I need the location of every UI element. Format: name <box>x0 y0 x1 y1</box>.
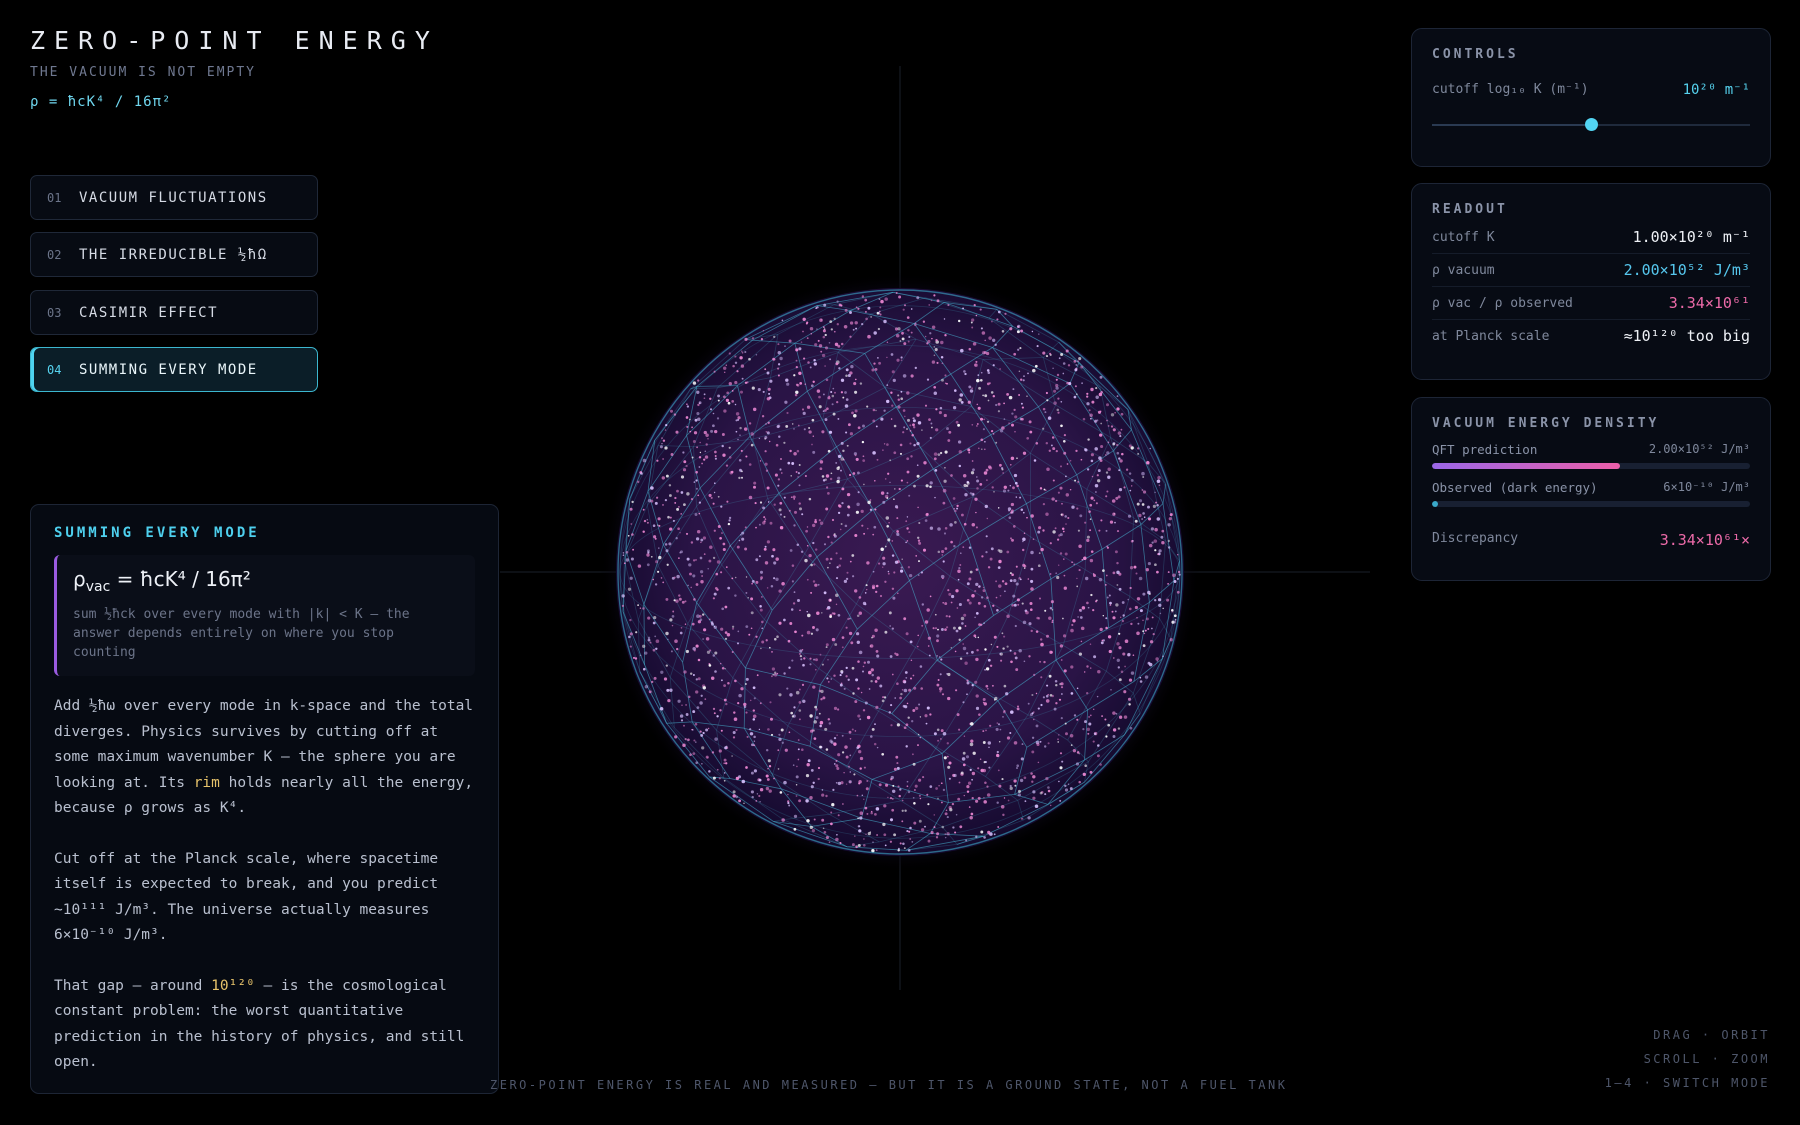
hint-orbit: DRAG · ORBIT <box>1653 1028 1770 1042</box>
readout-value: 1.00×10²⁰ m⁻¹ <box>1632 228 1750 246</box>
mode-label: THE IRREDUCIBLE ½ħΩ <box>79 246 268 263</box>
header-formula: ρ = ħcK⁴ / 16π² <box>30 94 172 110</box>
qft-bar-track <box>1432 463 1750 469</box>
mode-number: 03 <box>47 305 62 320</box>
observed-bar-fill <box>1432 501 1439 507</box>
mode-item-summing-every-mode[interactable]: 04 SUMMING EVERY MODE <box>30 347 318 392</box>
cutoff-slider-thumb[interactable] <box>1585 118 1598 131</box>
info-paragraph-1: Add ½ħω over every mode in k-space and t… <box>54 694 475 822</box>
info-panel-title: SUMMING EVERY MODE <box>54 525 260 541</box>
formula-note: sum ½ħck over every mode with |k| < K — … <box>73 607 410 660</box>
formula-equation: ρvac = ħcK⁴ / 16π² <box>73 567 459 595</box>
info-panel: SUMMING EVERY MODE ρvac = ħcK⁴ / 16π² su… <box>30 504 499 1094</box>
qft-bar-fill <box>1432 463 1620 469</box>
observed-value: 6×10⁻¹⁰ J/m³ <box>1663 480 1750 494</box>
observed-bar-row: Observed (dark energy) 6×10⁻¹⁰ J/m³ <box>1432 480 1750 507</box>
discrepancy-value: 3.34×10⁶¹× <box>1659 531 1750 549</box>
readout-title: READOUT <box>1432 202 1508 217</box>
paragraph-text: That gap — around <box>54 977 212 994</box>
formula-subscript: vac <box>85 579 111 595</box>
discrepancy-row: Discrepancy 3.34×10⁶¹× <box>1432 531 1750 549</box>
formula-rhs: = ħcK⁴ / 16π² <box>110 567 251 591</box>
qft-label: QFT prediction <box>1432 442 1538 457</box>
readout-row-ratio: ρ vac / ρ observed 3.34×10⁶¹ <box>1432 287 1750 320</box>
density-title: VACUUM ENERGY DENSITY <box>1432 416 1660 431</box>
info-paragraph-3: That gap — around 10¹²⁰ — is the cosmolo… <box>54 974 475 1076</box>
mode-label: CASIMIR EFFECT <box>79 304 219 321</box>
readout-value: 3.34×10⁶¹ <box>1668 294 1750 312</box>
hint-switch-mode: 1–4 · SWITCH MODE <box>1604 1076 1770 1090</box>
readout-panel: READOUT cutoff K 1.00×10²⁰ m⁻¹ ρ vacuum … <box>1411 183 1771 380</box>
readout-label: at Planck scale <box>1432 328 1550 344</box>
readout-label: cutoff K <box>1432 229 1495 245</box>
formula-box: ρvac = ħcK⁴ / 16π² sum ½ħck over every m… <box>54 555 475 676</box>
app-subtitle: THE VACUUM IS NOT EMPTY <box>30 65 257 80</box>
cutoff-slider-fill <box>1432 124 1591 126</box>
readout-value: ≈10¹²⁰ too big <box>1623 327 1750 345</box>
controls-title: CONTROLS <box>1432 47 1519 62</box>
hint-zoom: SCROLL · ZOOM <box>1643 1052 1770 1066</box>
readout-row-cutoff: cutoff K 1.00×10²⁰ m⁻¹ <box>1432 221 1750 254</box>
cutoff-slider[interactable] <box>1432 118 1750 131</box>
mode-item-vacuum-fluctuations[interactable]: 01 VACUUM FLUCTUATIONS <box>30 175 318 220</box>
mode-number: 01 <box>47 190 62 205</box>
density-panel: VACUUM ENERGY DENSITY QFT prediction 2.0… <box>1411 397 1771 581</box>
cutoff-label: cutoff log₁₀ K (m⁻¹) <box>1432 82 1589 97</box>
mode-sphere-viewport[interactable] <box>440 60 1370 1000</box>
highlight-gap: 10¹²⁰ <box>211 977 255 994</box>
highlight-rim: rim <box>193 774 220 791</box>
discrepancy-label: Discrepancy <box>1432 531 1519 546</box>
mode-item-casimir-effect[interactable]: 03 CASIMIR EFFECT <box>30 290 318 335</box>
app-title: ZERO-POINT ENERGY <box>30 26 439 55</box>
readout-value: 2.00×10⁵² J/m³ <box>1623 261 1750 279</box>
readout-row-planck: at Planck scale ≈10¹²⁰ too big <box>1432 320 1750 352</box>
controls-panel: CONTROLS cutoff log₁₀ K (m⁻¹) 10²⁰ m⁻¹ <box>1411 28 1771 167</box>
readout-label: ρ vac / ρ observed <box>1432 295 1573 311</box>
mode-item-irreducible[interactable]: 02 THE IRREDUCIBLE ½ħΩ <box>30 232 318 277</box>
qft-value: 2.00×10⁵² J/m³ <box>1648 442 1750 456</box>
formula-lhs: ρ <box>73 567 86 591</box>
cutoff-control-row: cutoff log₁₀ K (m⁻¹) 10²⁰ m⁻¹ <box>1432 82 1750 98</box>
readout-label: ρ vacuum <box>1432 262 1495 278</box>
footer-tagline: ZERO-POINT ENERGY IS REAL AND MEASURED —… <box>490 1078 1288 1092</box>
readout-row-rho-vacuum: ρ vacuum 2.00×10⁵² J/m³ <box>1432 254 1750 287</box>
mode-label: SUMMING EVERY MODE <box>79 361 258 378</box>
mode-label: VACUUM FLUCTUATIONS <box>79 189 268 206</box>
mode-number: 04 <box>47 362 62 377</box>
qft-bar-row: QFT prediction 2.00×10⁵² J/m³ <box>1432 442 1750 469</box>
observed-label: Observed (dark energy) <box>1432 480 1598 495</box>
mode-number: 02 <box>47 247 62 262</box>
info-paragraph-2: Cut off at the Planck scale, where space… <box>54 850 439 944</box>
observed-bar-track <box>1432 501 1750 507</box>
cutoff-value: 10²⁰ m⁻¹ <box>1682 82 1750 98</box>
